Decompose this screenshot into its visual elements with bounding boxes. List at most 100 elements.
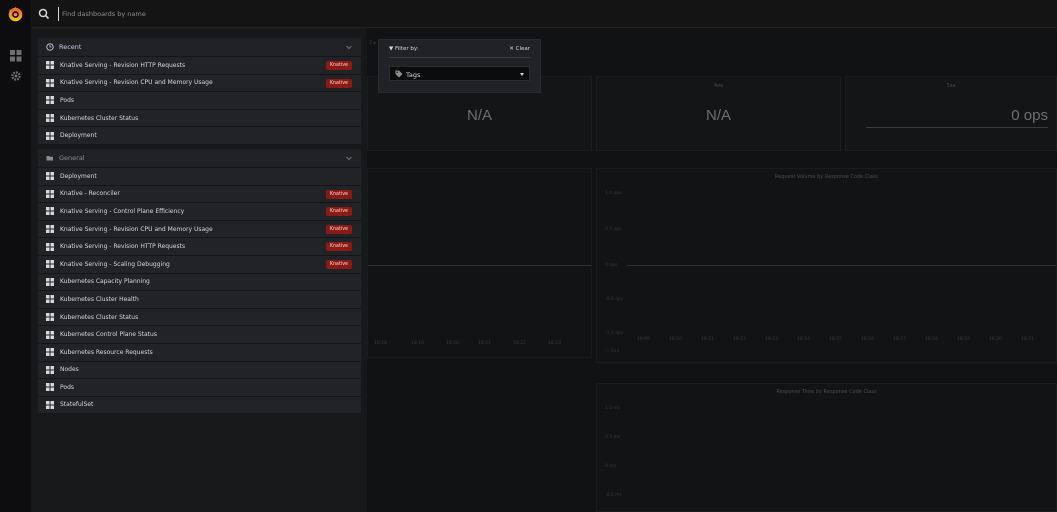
dashboard-title: Nodes — [60, 366, 79, 374]
dashboard-title: Kubernetes Cluster Health — [60, 295, 139, 303]
dashboard-list-item[interactable]: StatefulSet — [38, 395, 361, 414]
zero-line — [627, 265, 1056, 266]
filter-label-text: Filter by: — [394, 46, 419, 52]
x-tick: 18:20 — [989, 337, 1002, 342]
dashboard-grid-icon — [46, 383, 54, 392]
x-tick: 18:16 — [861, 337, 874, 342]
dashboard-grid-icon — [46, 295, 54, 304]
dashboard-title: Pods — [60, 96, 75, 104]
dashboard-grid-icon — [46, 365, 54, 374]
x-tick: 18:17 — [893, 337, 906, 342]
tag-badge[interactable]: Knative — [325, 78, 352, 88]
dashboard-list-item[interactable]: Nodes — [38, 360, 361, 379]
collapse-marker: 2 ▸ — [369, 40, 377, 46]
dashboard-list-item[interactable]: Pods — [38, 378, 361, 396]
x-tick: 18:23 — [548, 341, 561, 346]
dashboard-title: Pods — [60, 383, 75, 391]
stat-value: N/A — [705, 107, 731, 124]
dashboard-list-item[interactable]: Kubernetes Capacity Planning — [38, 272, 361, 291]
dashboard-list-item[interactable]: Knative Serving - Revision CPU and Memor… — [38, 73, 361, 92]
dashboard-title: Kubernetes Capacity Planning — [60, 278, 150, 286]
x-tick: 18:14 — [797, 337, 810, 342]
filter-popover: ▼ Filter by: ✕ Clear Tags — [378, 39, 541, 93]
dashboard-list-item[interactable]: Kubernetes Resource Requests — [38, 342, 361, 361]
dashboard-grid-icon — [46, 400, 54, 409]
y-tick: -1.0 ops — [605, 331, 624, 336]
clock-icon — [46, 43, 54, 51]
section-header-general[interactable]: General — [38, 148, 361, 167]
chevron-down-icon[interactable] — [345, 154, 353, 162]
side-menu — [0, 0, 32, 512]
section-recent: Recent Knative Serving - Revision HTTP R… — [38, 38, 361, 144]
recent-list: Knative Serving - Revision HTTP Requests… — [38, 56, 361, 144]
stat-value: N/A — [466, 107, 492, 124]
search-input[interactable] — [58, 7, 658, 21]
tag-badge[interactable]: Knative — [325, 61, 352, 70]
graph-panel-left: 18:18 18:19 18:20 18:21 18:22 18:23 — [367, 168, 592, 358]
dashboard-list-item[interactable]: Knative Serving - Scaling Debugging Knati… — [38, 254, 361, 273]
dashboard-list-item[interactable]: Knative - Reconciler Knative — [38, 184, 361, 203]
dashboard-grid-icon — [46, 131, 54, 140]
dashboard-title: Kubernetes Control Plane Status — [60, 331, 157, 339]
graph-title: Request Volume by Response Code Class — [775, 174, 878, 180]
dashboard-grid-icon — [46, 207, 54, 216]
section-header-recent[interactable]: Recent — [38, 38, 361, 56]
y-tick: 0.5 ms — [605, 435, 621, 440]
x-tick: 18:11 — [701, 337, 714, 342]
tag-badge[interactable]: Knative — [325, 224, 352, 234]
tag-badge[interactable]: Knative — [325, 207, 352, 217]
dashboards-icon[interactable] — [10, 50, 22, 62]
dashboard-list-item[interactable]: Knative Serving - Revision HTTP Requests… — [38, 56, 361, 74]
graph-title: Response Time by Response Code Class — [776, 389, 877, 395]
graph-panel-request-volume: Request Volume by Response Code Class 1.… — [596, 168, 1057, 363]
tag-badge[interactable]: Knative — [325, 259, 352, 269]
y-tick: 0.5 ops — [605, 227, 622, 232]
general-list: Deployment Knative - Reconciler Knative Kna… — [38, 166, 361, 414]
grafana-logo-icon[interactable] — [7, 6, 24, 23]
dashboard-grid-icon — [46, 61, 54, 70]
x-tick: 18:21 — [1021, 337, 1034, 342]
search-bar — [32, 0, 1057, 28]
dashboard-grid-icon — [46, 242, 54, 251]
x-tick: 18:12 — [733, 337, 746, 342]
dashboard-grid-icon — [46, 114, 54, 123]
dashboard-list-item[interactable]: Knative Serving - Revision HTTP Requests… — [38, 237, 361, 255]
y-tick: 1.0 ops — [605, 191, 622, 196]
x-tick: 18:21 — [478, 341, 491, 346]
dashboard-title: StatefulSet — [60, 401, 94, 409]
dashboard-title: Deployment — [60, 172, 97, 180]
dashboard-title: Kubernetes Cluster Status — [60, 313, 139, 321]
dashboard-title: Knative Serving - Revision HTTP Requests — [60, 61, 186, 69]
x-tick: 18:09 — [637, 337, 650, 342]
dashboard-list-item[interactable]: Knative Serving - Revision CPU and Memor… — [38, 219, 361, 238]
tag-badge[interactable]: Knative — [325, 242, 352, 252]
dashboard-list-item[interactable]: Deployment — [38, 166, 361, 185]
tag-badge[interactable]: Knative — [325, 189, 352, 199]
tags-select[interactable]: Tags — [389, 66, 530, 81]
clear-label: Clear — [515, 46, 530, 52]
chevron-down-icon[interactable] — [345, 43, 353, 51]
folder-open-icon — [46, 155, 53, 161]
gear-icon[interactable] — [10, 70, 22, 82]
legend: — 5xx — [605, 349, 620, 354]
dashboard-list-item[interactable]: Kubernetes Control Plane Status — [38, 325, 361, 343]
divider — [389, 57, 530, 58]
section-title: General — [59, 153, 85, 162]
dashboard-backdrop: 2 ▸ N/A 4xx N/A 5xx 0 ops 18:18 18:19 18… — [367, 28, 1057, 512]
close-icon: ✕ — [509, 46, 514, 52]
dashboard-list-item[interactable]: Deployment — [38, 126, 361, 144]
dashboard-grid-icon — [46, 348, 54, 357]
x-tick: 18:18 — [374, 341, 387, 346]
section-title: Recent — [59, 43, 82, 51]
x-tick: 18:20 — [446, 341, 459, 346]
caret-down-icon — [520, 73, 524, 76]
dashboard-grid-icon — [46, 96, 54, 105]
dashboard-list-item[interactable]: Pods — [38, 91, 361, 109]
dashboard-list-item[interactable]: Knative Serving - Control Plane Efficien… — [38, 202, 361, 220]
dashboard-list-item[interactable]: Kubernetes Cluster Health — [38, 290, 361, 308]
dashboard-grid-icon — [46, 330, 54, 339]
dashboard-list-item[interactable]: Kubernetes Cluster Status — [38, 307, 361, 326]
dashboard-list-item[interactable]: Kubernetes Cluster Status — [38, 108, 361, 127]
dashboard-title: Kubernetes Resource Requests — [60, 348, 153, 356]
clear-filter-button[interactable]: ✕ Clear — [509, 46, 530, 52]
